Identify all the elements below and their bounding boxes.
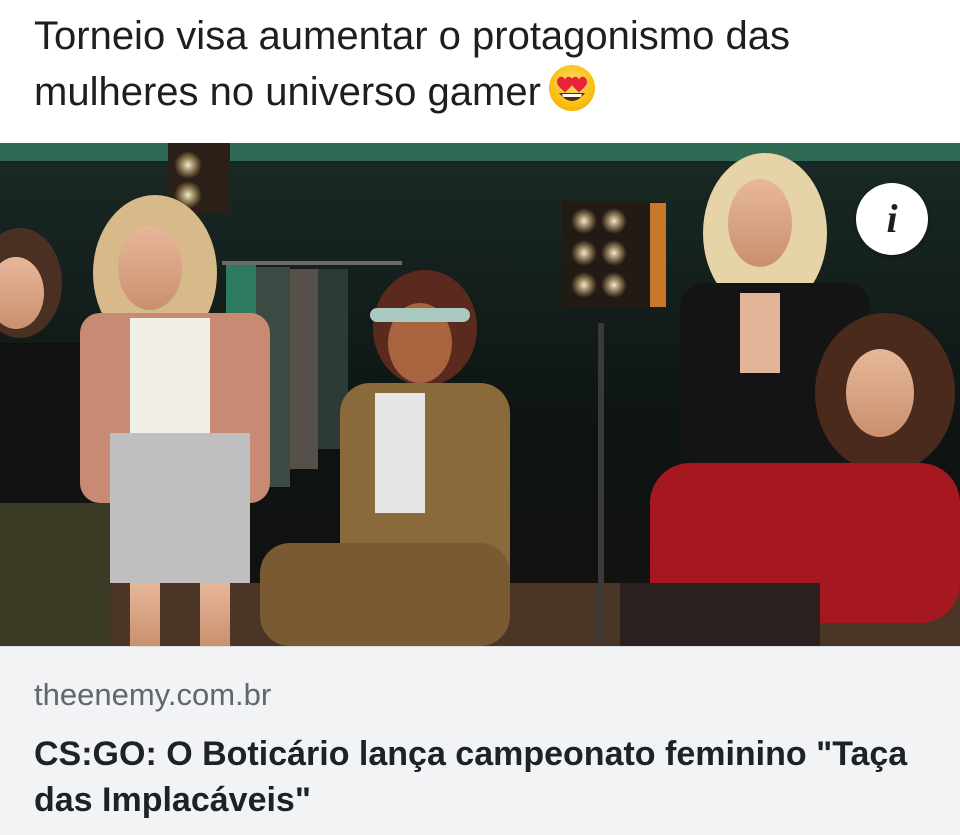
info-button[interactable]: i	[856, 183, 928, 255]
article-photo[interactable]: i	[0, 143, 960, 646]
heart-eyes-emoji-icon	[547, 63, 597, 127]
link-preview-card[interactable]: theenemy.com.br CS:GO: O Boticário lança…	[0, 646, 960, 835]
post-text-content: Torneio visa aumentar o protagonismo das…	[34, 14, 790, 114]
info-icon: i	[886, 196, 898, 241]
link-domain: theenemy.com.br	[34, 677, 272, 712]
link-title[interactable]: CS:GO: O Boticário lança campeonato femi…	[34, 731, 934, 823]
post-text: Torneio visa aumentar o protagonismo das…	[34, 10, 934, 127]
photo-illustration	[0, 143, 960, 646]
